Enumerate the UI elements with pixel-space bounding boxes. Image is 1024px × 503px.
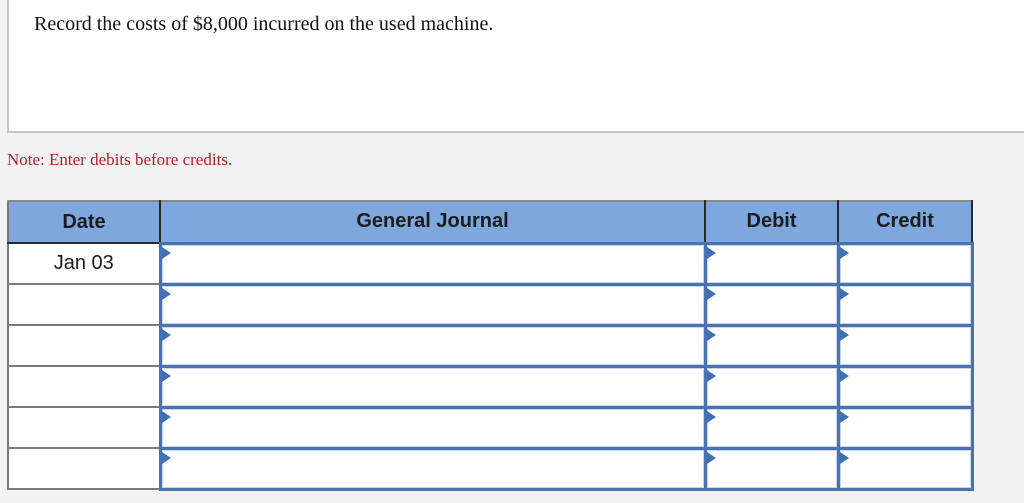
- journal-entry-table: Date General Journal Debit Credit Jan 03: [7, 200, 974, 491]
- debit-input[interactable]: [706, 367, 837, 406]
- account-input[interactable]: [161, 408, 704, 447]
- table-row: Jan 03: [7, 241, 974, 286]
- date-cell: [7, 365, 161, 408]
- account-input[interactable]: [161, 326, 704, 365]
- account-input-cell[interactable]: [158, 364, 707, 409]
- header-date: Date: [7, 200, 161, 244]
- question-text: Record the costs of $8,000 incurred on t…: [34, 13, 494, 35]
- account-input-cell[interactable]: [158, 323, 707, 368]
- debit-input-cell[interactable]: [703, 241, 840, 286]
- credit-input[interactable]: [839, 285, 971, 324]
- debit-input-cell[interactable]: [703, 405, 840, 450]
- credit-input[interactable]: [839, 449, 971, 488]
- header-general-journal: General Journal: [159, 200, 706, 244]
- credit-input-cell[interactable]: [836, 282, 974, 327]
- debit-input-cell[interactable]: [703, 323, 840, 368]
- table-row: [7, 405, 974, 450]
- date-cell: [7, 447, 161, 490]
- credit-input-cell[interactable]: [836, 364, 974, 409]
- debit-input[interactable]: [706, 285, 837, 324]
- header-debit: Debit: [704, 200, 839, 244]
- debit-input-cell[interactable]: [703, 282, 840, 327]
- credit-input-cell[interactable]: [836, 323, 974, 368]
- account-input[interactable]: [161, 285, 704, 324]
- account-input[interactable]: [161, 244, 704, 283]
- credit-input[interactable]: [839, 244, 971, 283]
- table-header-row: Date General Journal Debit Credit: [7, 200, 973, 244]
- instruction-note: Note: Enter debits before credits.: [7, 150, 233, 169]
- table-row: [7, 364, 974, 409]
- account-input-cell[interactable]: [158, 282, 707, 327]
- credit-input[interactable]: [839, 326, 971, 365]
- date-cell: Jan 03: [7, 242, 161, 285]
- debit-input[interactable]: [706, 244, 837, 283]
- account-input-cell[interactable]: [158, 446, 707, 491]
- debit-input-cell[interactable]: [703, 364, 840, 409]
- account-input-cell[interactable]: [158, 241, 707, 286]
- date-cell: [7, 283, 161, 326]
- account-input[interactable]: [161, 449, 704, 488]
- header-credit: Credit: [837, 200, 973, 244]
- date-cell: [7, 406, 161, 449]
- debit-input[interactable]: [706, 326, 837, 365]
- credit-input[interactable]: [839, 408, 971, 447]
- credit-input-cell[interactable]: [836, 405, 974, 450]
- account-input-cell[interactable]: [158, 405, 707, 450]
- debit-input[interactable]: [706, 449, 837, 488]
- credit-input[interactable]: [839, 367, 971, 406]
- credit-input-cell[interactable]: [836, 241, 974, 286]
- question-panel: Record the costs of $8,000 incurred on t…: [7, 0, 1024, 133]
- account-input[interactable]: [161, 367, 704, 406]
- debit-input[interactable]: [706, 408, 837, 447]
- date-cell: [7, 324, 161, 367]
- table-row: [7, 323, 974, 368]
- debit-input-cell[interactable]: [703, 446, 840, 491]
- table-row: [7, 282, 974, 327]
- credit-input-cell[interactable]: [836, 446, 974, 491]
- table-row: [7, 446, 974, 491]
